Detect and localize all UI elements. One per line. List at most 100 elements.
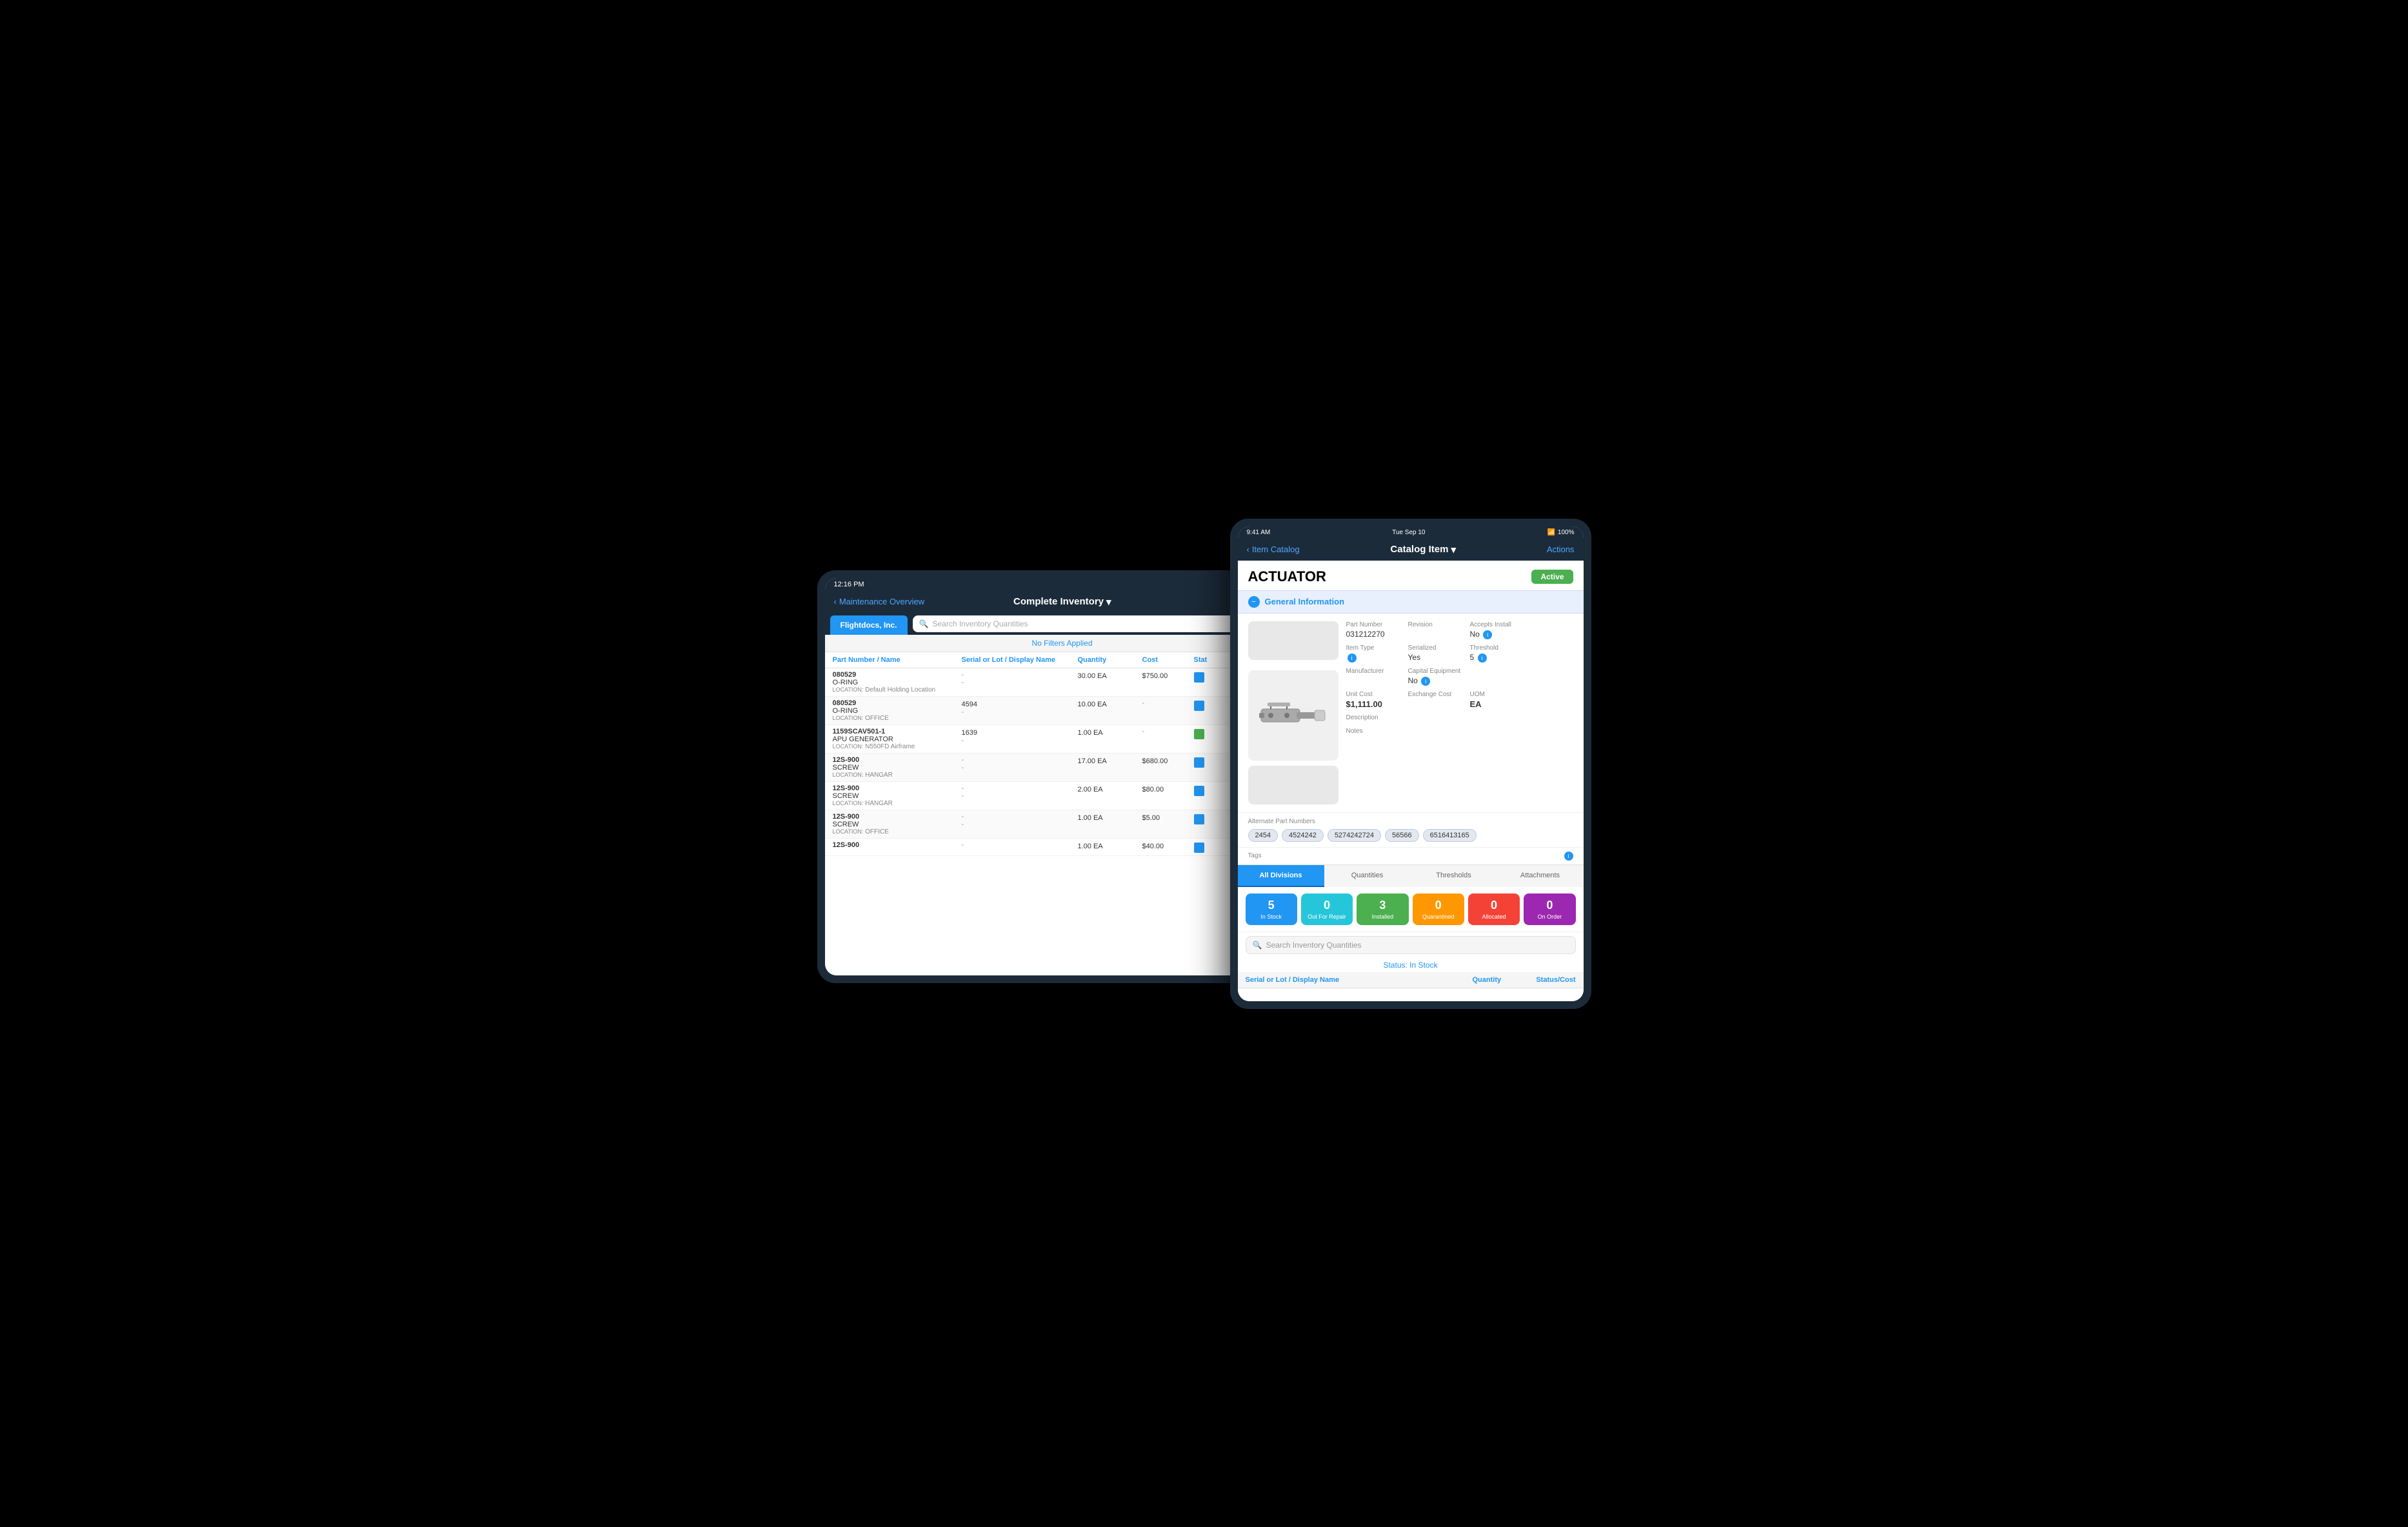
- filter-label: No Filters Applied: [1031, 639, 1092, 648]
- nav-bar-right: ‹ Item Catalog Catalog Item ▾ Actions: [1238, 539, 1584, 561]
- cost-cell: $80.00: [1142, 784, 1194, 793]
- qty-allocated: 0 Allocated: [1468, 893, 1520, 925]
- part-info: 1159SCAV501-1 APU GENERATOR LOCATION: N5…: [833, 728, 962, 750]
- back-button-right[interactable]: ‹ Item Catalog: [1247, 544, 1300, 554]
- general-info-area: Part Number 031212270 Revision Accepts I…: [1238, 614, 1584, 812]
- table-row[interactable]: 12S-900 - 1.00 EA $40.00: [825, 839, 1300, 856]
- capital-equipment-field: Capital Equipment No i: [1408, 668, 1461, 686]
- alt-parts-tags: 2454 4524242 5274242724 56566 6516413165: [1248, 829, 1573, 842]
- revision-field: Revision: [1408, 621, 1460, 639]
- table-row[interactable]: 1159SCAV501-1 APU GENERATOR LOCATION: N5…: [825, 725, 1300, 754]
- item-title: ACTUATOR: [1248, 568, 1326, 585]
- cost-cell: $680.00: [1142, 756, 1194, 765]
- col-header-cost: Cost: [1142, 656, 1194, 664]
- qty-on-order: 0 On Order: [1524, 893, 1575, 925]
- time-right: 9:41 AM: [1247, 529, 1271, 536]
- catalog-chevron: ▾: [1451, 544, 1456, 555]
- tab-attachments[interactable]: Attachments: [1497, 865, 1584, 887]
- search-inv-input[interactable]: 🔍 Search Inventory Quantities: [1246, 936, 1576, 954]
- nav-title-text-left: Complete Inventory: [1013, 596, 1104, 607]
- nav-title-right: Catalog Item ▾: [1390, 544, 1456, 555]
- qty-cell: 10.00 EA: [1078, 699, 1142, 708]
- status-badge: Active: [1531, 570, 1573, 584]
- col-header-stat: Stat: [1194, 656, 1226, 664]
- table-row[interactable]: 080529 O-RING LOCATION: Default Holding …: [825, 668, 1300, 697]
- inventory-table-body: 080529 O-RING LOCATION: Default Holding …: [825, 668, 1300, 975]
- part-info: 12S-900: [833, 841, 962, 849]
- field-row-1: Part Number 031212270 Revision Accepts I…: [1346, 621, 1573, 639]
- tab-all-divisions[interactable]: All Divisions: [1238, 865, 1324, 887]
- serialized-field: Serialized Yes: [1408, 644, 1460, 663]
- quantities-section: 5 In Stock 0 Out For Repair 3 Installed: [1238, 887, 1584, 932]
- image-column: [1248, 621, 1338, 804]
- serial-cell: - -: [962, 784, 1078, 800]
- tags-row: Tags i: [1238, 847, 1584, 864]
- status-bar-right: 9:41 AM Tue Sep 10 📶 100%: [1238, 526, 1584, 539]
- serial-cell: - -: [962, 671, 1078, 686]
- cost-cell: -: [1142, 728, 1194, 735]
- search-placeholder-left: Search Inventory Quantities: [932, 619, 1028, 628]
- description-field: Description: [1346, 714, 1573, 723]
- nav-bar-left: ‹ Maintenance Overview Complete Inventor…: [825, 591, 1300, 613]
- nav-title-left: Complete Inventory ▾: [1013, 596, 1111, 608]
- field-row-notes: Notes: [1346, 728, 1573, 736]
- info-icon-threshold: i: [1478, 654, 1487, 663]
- item-type-field: Item Type i: [1346, 644, 1398, 663]
- part-number-field: Part Number 031212270: [1346, 621, 1398, 639]
- filter-bar: No Filters Applied: [825, 635, 1300, 652]
- status-indicator: [1194, 843, 1204, 853]
- tab-flightdocs[interactable]: Flightdocs, Inc.: [830, 615, 908, 635]
- table-row[interactable]: 12S-900 SCREW LOCATION: OFFICE - - 1.00 …: [825, 810, 1300, 839]
- cost-cell: $750.00: [1142, 671, 1194, 680]
- serial-cell: - -: [962, 813, 1078, 828]
- search-icon-left: 🔍: [919, 619, 929, 628]
- image-top-placeholder: [1248, 621, 1338, 660]
- qty-cell: 2.00 EA: [1078, 784, 1142, 793]
- qty-out-repair: 0 Out For Repair: [1301, 893, 1353, 925]
- field-row-2: Item Type i Serialized Yes: [1346, 644, 1573, 663]
- info-icon: i: [1483, 630, 1492, 639]
- inv-col-status: Status/Cost: [1524, 976, 1576, 984]
- table-header-left: Part Number / Name Serial or Lot / Displ…: [825, 652, 1300, 668]
- field-row-3: Manufacturer Capital Equipment No i: [1346, 668, 1573, 686]
- qty-quarantined: 0 Quarantined: [1413, 893, 1464, 925]
- alt-parts-label: Alternate Part Numbers: [1248, 818, 1573, 825]
- qty-cell: 1.00 EA: [1078, 728, 1142, 737]
- qty-cell: 30.00 EA: [1078, 671, 1142, 680]
- section-icon: −: [1248, 596, 1260, 608]
- back-label-right: Item Catalog: [1252, 544, 1300, 554]
- cost-cell: $40.00: [1142, 841, 1194, 850]
- status-icons-right: 📶 100%: [1547, 529, 1574, 536]
- alt-tag: 56566: [1385, 829, 1419, 842]
- section-title: General Information: [1265, 597, 1345, 606]
- tablet-right: 9:41 AM Tue Sep 10 📶 100% ‹ Item Catalog…: [1230, 519, 1591, 1009]
- item-header: ACTUATOR Active: [1238, 561, 1584, 590]
- alt-part-numbers-section: Alternate Part Numbers 2454 4524242 5274…: [1238, 812, 1584, 847]
- unit-cost-field: Unit Cost $1,111.00: [1346, 691, 1398, 709]
- status-indicator: [1194, 786, 1204, 796]
- back-button-left[interactable]: ‹ Maintenance Overview: [834, 597, 925, 606]
- battery-label: 100%: [1558, 529, 1575, 536]
- catalog-item-label: Catalog Item: [1390, 544, 1448, 555]
- qty-cell: 1.00 EA: [1078, 841, 1142, 850]
- info-fields: Part Number 031212270 Revision Accepts I…: [1346, 621, 1573, 804]
- table-row[interactable]: 12S-900 SCREW LOCATION: HANGAR - - 2.00 …: [825, 782, 1300, 810]
- qty-grid: 5 In Stock 0 Out For Repair 3 Installed: [1246, 893, 1576, 925]
- info-icon-type: i: [1348, 654, 1357, 663]
- actions-button[interactable]: Actions: [1547, 544, 1575, 554]
- table-row[interactable]: 080529 O-RING LOCATION: OFFICE 4594 - 10…: [825, 697, 1300, 725]
- table-row[interactable]: 12S-900 SCREW LOCATION: HANGAR - - 17.00…: [825, 754, 1300, 782]
- tab-quantities[interactable]: Quantities: [1324, 865, 1411, 887]
- inv-col-qty: Quantity: [1473, 976, 1524, 984]
- inv-col-serial: Serial or Lot / Display Name: [1246, 976, 1473, 984]
- info-icon-capital: i: [1421, 677, 1430, 686]
- status-indicator: [1194, 672, 1204, 683]
- tags-label: Tags: [1248, 852, 1262, 859]
- col-header-qty: Quantity: [1078, 656, 1142, 664]
- date-right: Tue Sep 10: [1392, 529, 1425, 536]
- tab-thresholds[interactable]: Thresholds: [1411, 865, 1497, 887]
- search-icon-right: 🔍: [1253, 941, 1262, 950]
- inv-table-header: Serial or Lot / Display Name Quantity St…: [1238, 972, 1584, 988]
- search-inv-area: 🔍 Search Inventory Quantities: [1238, 932, 1584, 958]
- col-header-serial: Serial or Lot / Display Name: [962, 656, 1078, 664]
